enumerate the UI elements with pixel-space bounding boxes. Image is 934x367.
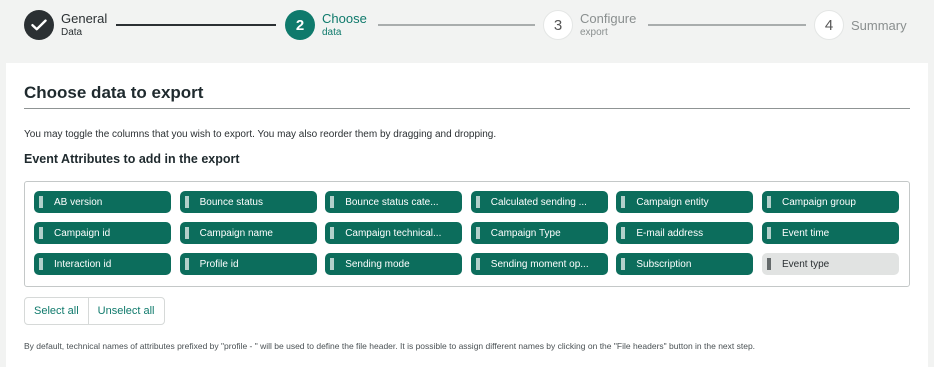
attribute-chip-label: Campaign technical...	[345, 227, 442, 239]
attribute-chip-label: Calculated sending ...	[490, 196, 587, 208]
step-configure-export[interactable]: 3 Configure export	[543, 10, 636, 40]
attribute-chip-label: Campaign name	[199, 227, 273, 239]
drag-handle-icon[interactable]	[330, 227, 335, 239]
drag-handle-icon[interactable]	[39, 258, 43, 270]
attribute-chip-label: Bounce status cate...	[345, 196, 439, 208]
drag-handle-icon[interactable]	[184, 258, 189, 270]
page-title: Choose data to export	[24, 83, 204, 102]
drag-handle-icon[interactable]	[621, 196, 626, 208]
export-stepper: General Data 2 Choose data 3 Configure e…	[0, 0, 934, 50]
attribute-chip[interactable]: Campaign entity	[616, 191, 754, 213]
step-number: 2	[285, 10, 315, 40]
step-number: 3	[543, 10, 573, 40]
selection-button-group: Select all Unselect all	[24, 297, 165, 325]
drag-handle-icon[interactable]	[766, 258, 771, 270]
attribute-chip[interactable]: Subscription	[616, 253, 754, 275]
attribute-chip[interactable]: E-mail address	[616, 222, 754, 244]
unselect-all-button[interactable]: Unselect all	[87, 298, 164, 324]
attribute-chip[interactable]: Calculated sending ...	[470, 191, 608, 213]
drag-handle-icon[interactable]	[39, 196, 43, 208]
drag-handle-icon[interactable]	[39, 227, 43, 239]
drag-handle-icon[interactable]	[766, 196, 771, 208]
attribute-chip-label: Subscription	[636, 258, 692, 270]
attribute-chip-list: AB version Bounce status Bounce status cat…	[24, 181, 910, 287]
file-header-note: By default, technical names of attribute…	[24, 341, 756, 351]
step-subtitle: data	[322, 27, 342, 38]
attribute-chip[interactable]: Bounce status	[179, 191, 317, 213]
step-title: Configure	[580, 11, 637, 26]
step-connector	[378, 24, 535, 26]
drag-handle-icon[interactable]	[330, 196, 335, 208]
section-title: Event Attributes to add in the export	[24, 152, 240, 166]
step-summary[interactable]: 4 Summary	[814, 10, 907, 40]
attribute-chip-label: Interaction id	[54, 258, 112, 270]
attribute-chip-label: Event type	[781, 258, 830, 270]
attribute-chip[interactable]: Interaction id	[34, 253, 171, 275]
attribute-chip[interactable]: Campaign id	[34, 222, 171, 244]
attribute-chip-label: Sending mode	[345, 258, 410, 270]
attribute-chip-label: Campaign Type	[490, 227, 561, 239]
drag-handle-icon[interactable]	[621, 227, 626, 239]
attribute-chip[interactable]: Campaign Type	[470, 222, 608, 244]
drag-handle-icon[interactable]	[766, 227, 771, 239]
attribute-chip-label: Sending moment op...	[490, 258, 589, 270]
attribute-chip[interactable]: Sending moment op...	[470, 253, 608, 275]
drag-handle-icon[interactable]	[475, 227, 480, 239]
attribute-chip-label: Campaign group	[781, 196, 856, 208]
attribute-chip[interactable]: Event time	[761, 222, 899, 244]
attribute-chip[interactable]: Sending mode	[325, 253, 463, 275]
attribute-chip[interactable]: Profile id	[179, 253, 317, 275]
step-general-data[interactable]: General Data	[24, 10, 107, 40]
select-all-button[interactable]: Select all	[25, 298, 88, 324]
step-subtitle: Data	[61, 27, 83, 38]
step-title: Summary	[851, 17, 907, 33]
drag-handle-icon[interactable]	[475, 258, 480, 270]
choose-data-card: Choose data to export You may toggle the…	[6, 63, 928, 367]
step-subtitle: export	[580, 27, 608, 38]
check-icon	[24, 10, 54, 40]
attribute-chip-label: Campaign entity	[636, 196, 709, 208]
attribute-chip[interactable]: Event type	[761, 253, 899, 275]
step-title: Choose	[322, 11, 367, 26]
attribute-chip[interactable]: Campaign group	[761, 191, 899, 213]
step-title: General	[61, 11, 108, 26]
instructions-text: You may toggle the columns that you wish…	[24, 129, 497, 140]
drag-handle-icon[interactable]	[621, 258, 626, 270]
attribute-chip-label: Profile id	[199, 258, 239, 270]
drag-handle-icon[interactable]	[330, 258, 335, 270]
drag-handle-icon[interactable]	[475, 196, 480, 208]
drag-handle-icon[interactable]	[184, 196, 189, 208]
attribute-chip-grid: AB version Bounce status Bounce status cat…	[34, 191, 899, 275]
attribute-chip[interactable]: Campaign name	[179, 222, 317, 244]
attribute-chip-label: Event time	[781, 227, 830, 239]
attribute-chip[interactable]: Bounce status cate...	[325, 191, 463, 213]
divider	[24, 108, 910, 109]
step-number: 4	[814, 10, 844, 40]
drag-handle-icon[interactable]	[184, 227, 189, 239]
attribute-chip-label: E-mail address	[636, 227, 704, 239]
attribute-chip-label: Bounce status	[199, 196, 263, 208]
step-connector	[116, 24, 276, 26]
step-connector	[648, 24, 806, 26]
attribute-chip-label: Campaign id	[54, 227, 111, 239]
attribute-chip[interactable]: AB version	[34, 191, 171, 213]
attribute-chip[interactable]: Campaign technical...	[325, 222, 463, 244]
step-choose-data[interactable]: 2 Choose data	[285, 10, 367, 40]
attribute-chip-label: AB version	[54, 196, 103, 208]
